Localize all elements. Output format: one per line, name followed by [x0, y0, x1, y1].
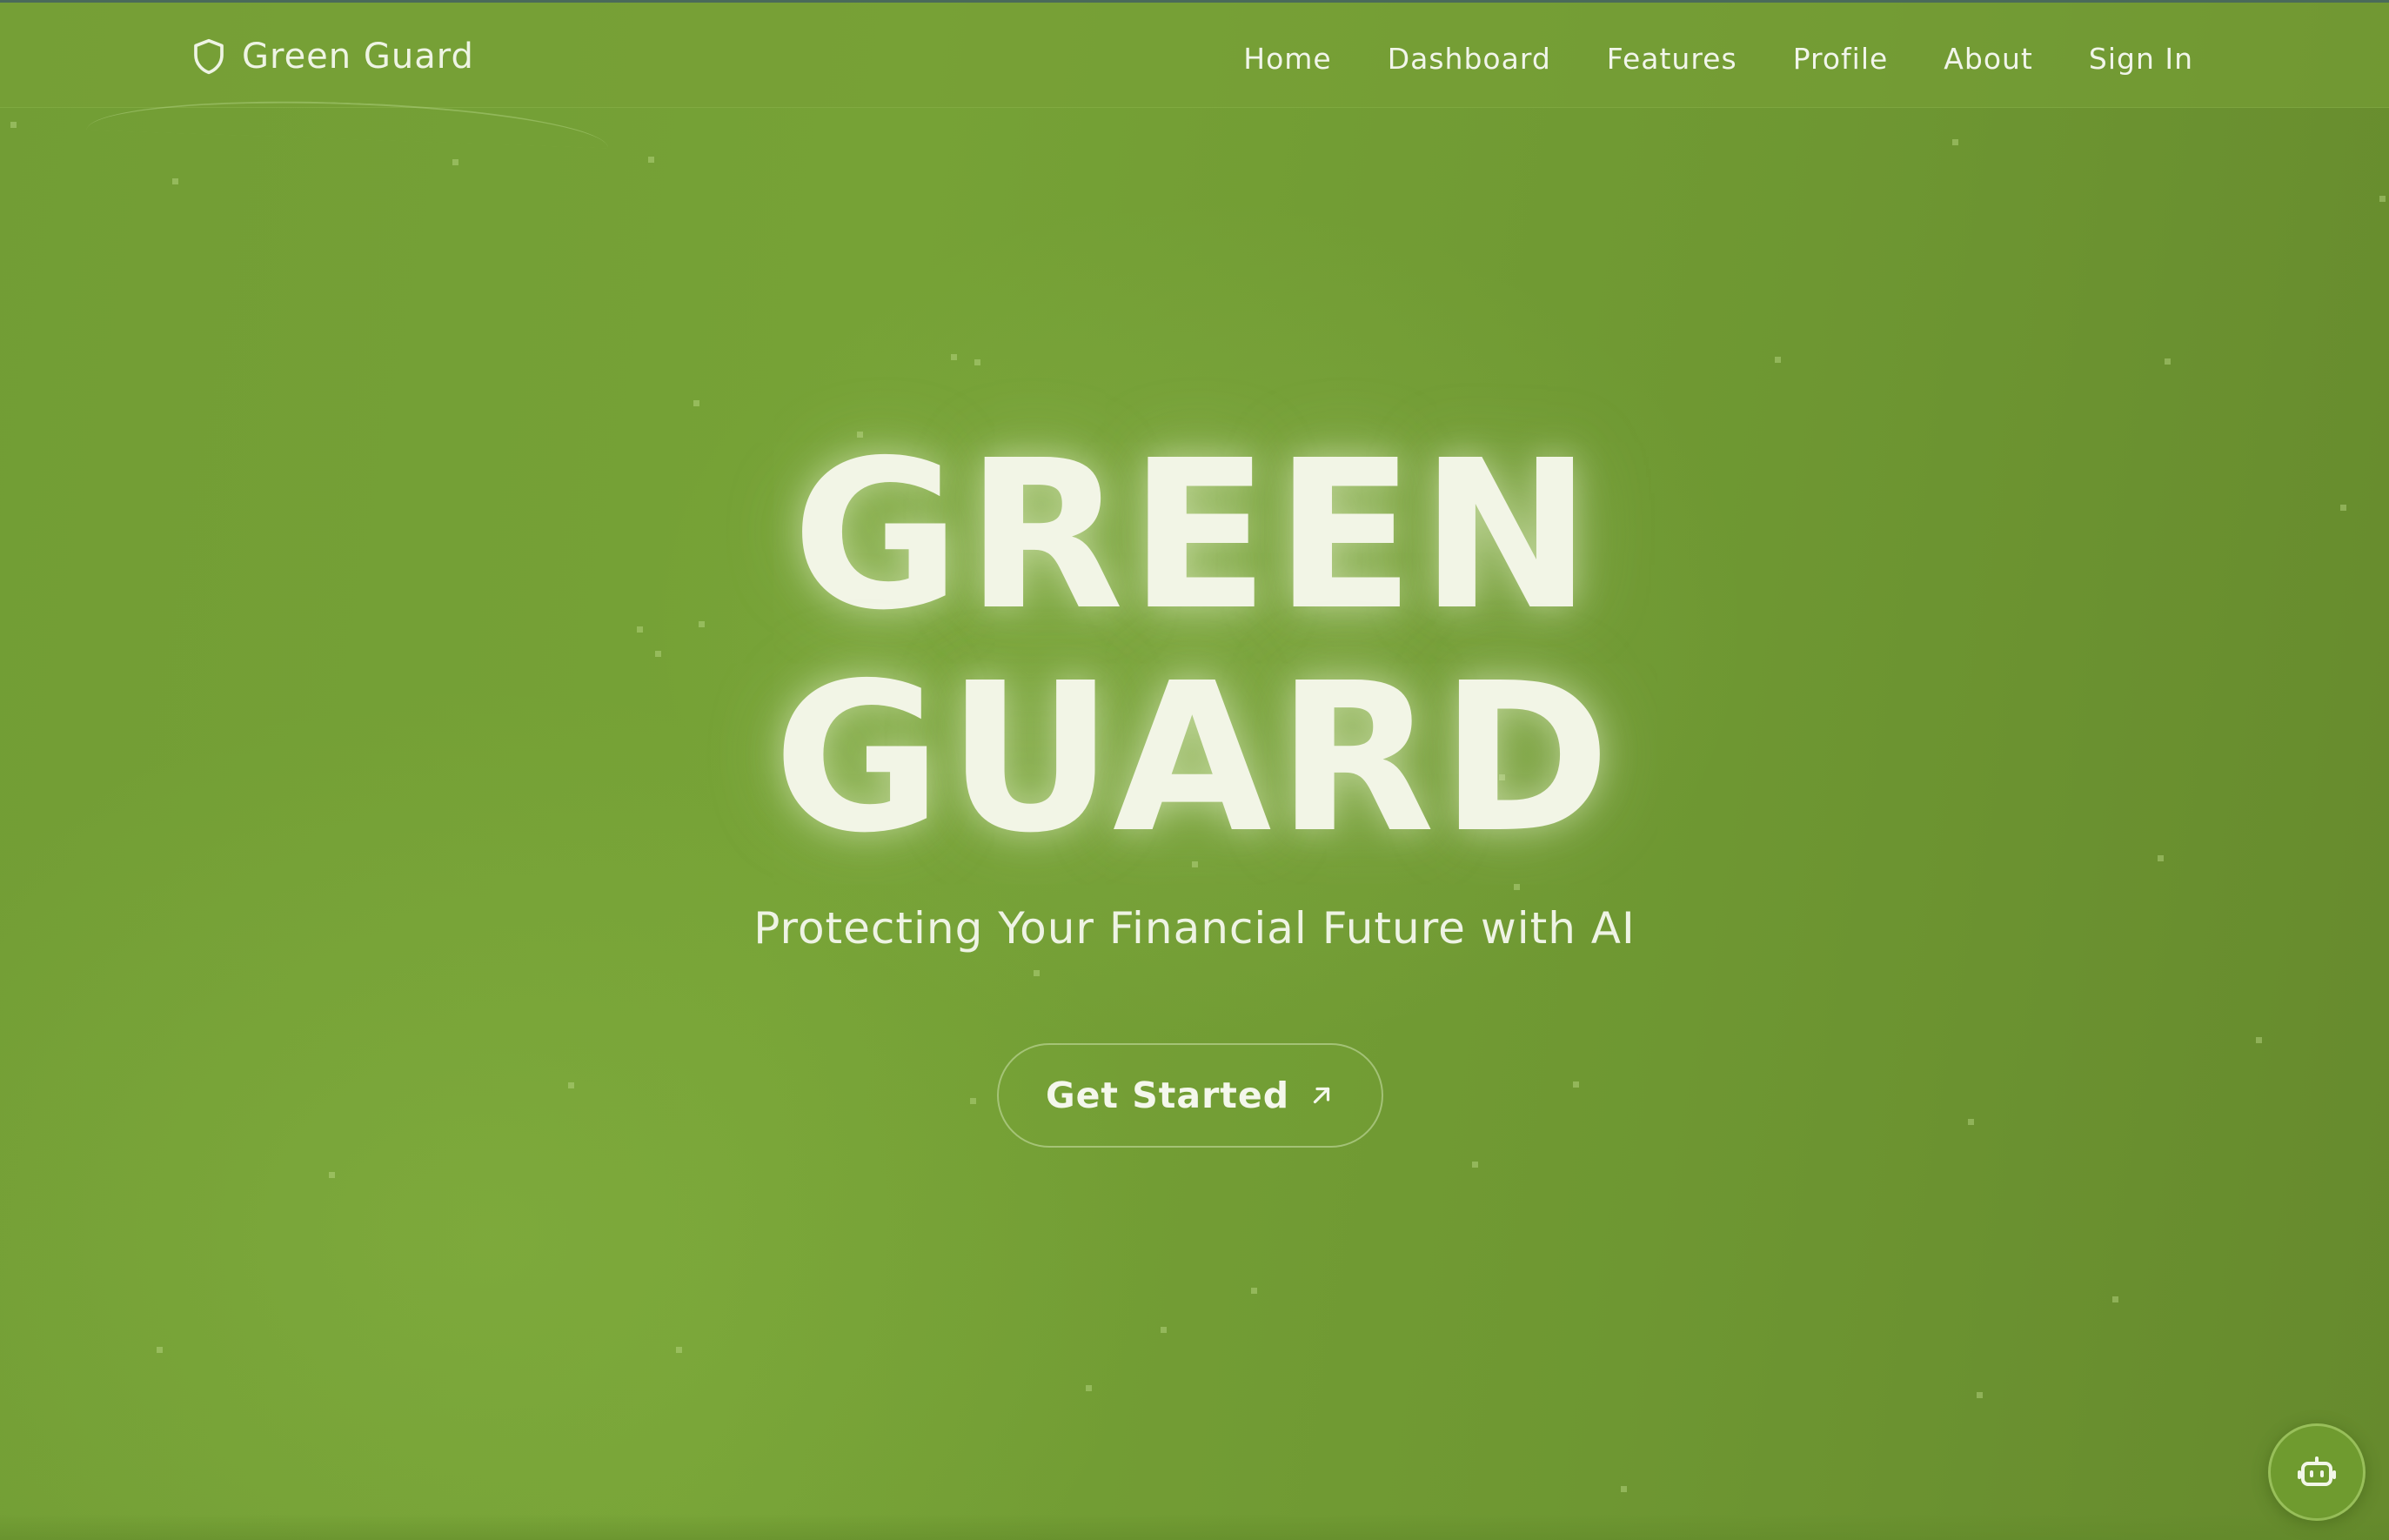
particle-dot: [693, 400, 699, 406]
particle-dot: [1621, 1486, 1627, 1492]
particle-dot: [974, 359, 980, 365]
bottom-fade: [0, 1514, 2389, 1540]
particle-dot: [1086, 1385, 1092, 1391]
particle-dot: [2165, 358, 2171, 365]
particle-dot: [676, 1347, 682, 1353]
particle-dot: [1161, 1327, 1167, 1333]
particle-dot: [648, 157, 654, 163]
hero-title: GREEN GUARD: [0, 425, 2389, 870]
particle-dot: [329, 1172, 335, 1178]
particle-dot: [452, 159, 458, 165]
particle-dot: [1977, 1392, 1983, 1398]
nav-link-profile[interactable]: Profile: [1793, 42, 1889, 76]
nav-link-sign-in[interactable]: Sign In: [2089, 42, 2193, 76]
hero-subtitle: Protecting Your Financial Future with AI: [753, 903, 1636, 954]
particle-dot: [1952, 139, 1958, 145]
hero-title-line-2: GUARD: [773, 639, 1616, 878]
particle-dot: [1514, 884, 1520, 890]
particle-dot: [1472, 1162, 1478, 1168]
particle-dot: [172, 178, 178, 184]
nav-links: Home Dashboard Features Profile About Si…: [1243, 37, 2193, 79]
brand-name: Green Guard: [242, 37, 474, 77]
shield-icon: [194, 38, 224, 75]
particle-dot: [157, 1347, 163, 1353]
particle-dot: [970, 1098, 976, 1104]
nav-link-home[interactable]: Home: [1243, 42, 1331, 76]
particle-dot: [1775, 357, 1781, 363]
chatbot-button[interactable]: [2268, 1423, 2366, 1521]
brand-logo[interactable]: Green Guard: [191, 36, 474, 77]
particle-dot: [2256, 1037, 2262, 1043]
particle-dot: [2379, 196, 2386, 202]
hero-title-line-1: GREEN: [792, 416, 1597, 655]
nav-link-about[interactable]: About: [1944, 42, 2033, 76]
particle-dot: [10, 122, 17, 128]
particle-dot: [1251, 1288, 1257, 1294]
arrow-up-right-icon: [1308, 1082, 1335, 1108]
particle-dot: [1968, 1119, 1974, 1125]
particle-dot: [1573, 1081, 1579, 1088]
get-started-button[interactable]: Get Started: [997, 1043, 1383, 1148]
navbar: Green Guard Home Dashboard Features Prof…: [0, 3, 2389, 108]
robot-icon: [2298, 1456, 2336, 1486]
particle-dot: [1034, 970, 1040, 976]
get-started-label: Get Started: [1045, 1075, 1290, 1116]
particle-dot: [2112, 1296, 2118, 1302]
particle-dot: [951, 354, 957, 360]
particle-dot: [568, 1082, 574, 1088]
nav-link-features[interactable]: Features: [1607, 42, 1737, 76]
nav-link-dashboard[interactable]: Dashboard: [1388, 42, 1551, 76]
